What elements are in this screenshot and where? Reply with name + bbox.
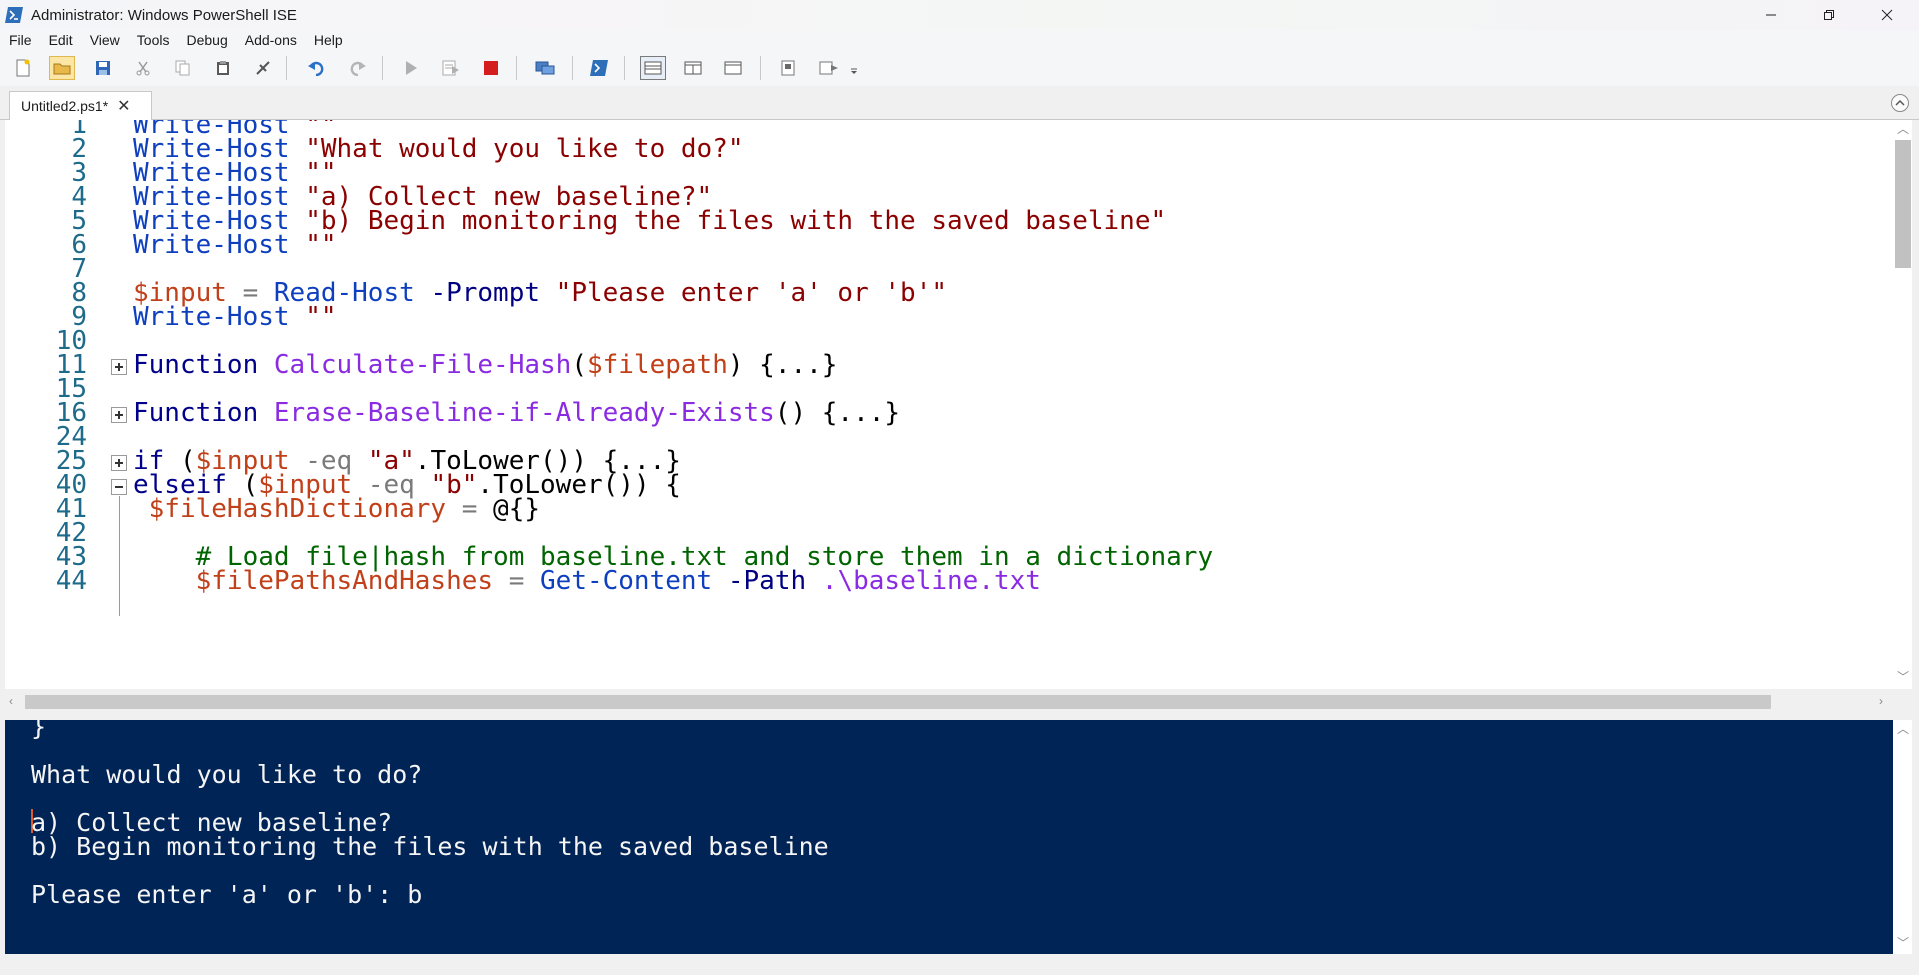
stop-icon[interactable] <box>478 56 504 80</box>
scroll-left-icon[interactable]: ‹ <box>9 694 13 708</box>
toolbar-separator <box>624 56 625 80</box>
code-token: = <box>508 566 525 596</box>
tab-untitled2[interactable]: Untitled2.ps1* ✕ <box>9 91 152 120</box>
addon-icon[interactable] <box>816 56 842 80</box>
menu-tools[interactable]: Tools <box>128 30 178 50</box>
scroll-up-icon[interactable]: ︿ <box>1897 720 1909 737</box>
expand-region-icon[interactable] <box>111 455 127 471</box>
menu-bar: File Edit View Tools Debug Add-ons Help <box>0 30 1919 50</box>
window-title: Administrator: Windows PowerShell ISE <box>31 6 297 24</box>
tab-close-icon[interactable]: ✕ <box>117 96 130 116</box>
console-line: What would you like to do? <box>31 760 423 789</box>
console-pane[interactable]: } What would you like to do? a) Collect ne… <box>5 720 1893 954</box>
cut-icon[interactable] <box>130 56 156 80</box>
toolbar-overflow-icon[interactable] <box>848 64 860 78</box>
paste-icon[interactable] <box>210 56 236 80</box>
layout-top-icon[interactable] <box>640 56 666 80</box>
copy-icon[interactable] <box>170 56 196 80</box>
run-icon[interactable] <box>398 56 424 80</box>
toolbar-separator <box>516 56 517 80</box>
code-token: .\baseline.txt <box>821 566 1041 596</box>
minimize-icon <box>1766 14 1776 16</box>
restore-button[interactable] <box>1800 0 1858 30</box>
toolbar-separator <box>760 56 761 80</box>
collapse-region-icon[interactable] <box>111 479 127 495</box>
powershell-app-icon <box>5 7 23 23</box>
console-line: } <box>31 720 47 741</box>
line-number: 44 <box>55 566 87 596</box>
layout-max-icon[interactable] <box>720 56 746 80</box>
status-bar <box>0 954 1919 975</box>
close-button[interactable] <box>1858 0 1916 30</box>
console-line: b) Begin monitoring the files with the s… <box>31 832 829 861</box>
show-commands-icon[interactable] <box>776 56 802 80</box>
minimize-button[interactable] <box>1742 0 1800 30</box>
editor-vertical-scroll-thumb[interactable] <box>1895 140 1911 268</box>
expand-region-icon[interactable] <box>111 407 127 423</box>
code-token: Get-Content <box>540 566 713 596</box>
code-token: $filePathsAndHashes <box>195 566 494 596</box>
tab-strip: Untitled2.ps1* ✕ <box>0 88 1919 120</box>
code-text: $filePathsAndHashes = Get-Content -Path … <box>133 567 1041 596</box>
layout-right-icon[interactable] <box>680 56 706 80</box>
console-vertical-scrollbar[interactable]: ︿ ﹀ <box>1893 720 1912 954</box>
run-selection-icon[interactable] <box>438 56 464 80</box>
menu-file[interactable]: File <box>0 30 40 50</box>
clear-icon[interactable] <box>250 56 276 80</box>
undo-icon[interactable] <box>304 56 330 80</box>
code-token: -Path <box>727 566 807 596</box>
title-bar: Administrator: Windows PowerShell ISE <box>0 0 1919 30</box>
scroll-down-icon[interactable]: ﹀ <box>1897 668 1909 685</box>
powershell-icon[interactable] <box>586 56 612 80</box>
script-editor[interactable]: 1 Write-Host "" 2 Write-Host "What would yo… <box>5 120 1893 689</box>
restore-icon <box>1824 10 1834 20</box>
expand-region-icon[interactable] <box>111 359 127 375</box>
tab-label: Untitled2.ps1* <box>21 98 109 114</box>
menu-addons[interactable]: Add-ons <box>236 30 305 50</box>
code-line[interactable]: 44 $filePathsAndHashes = Get-Content -Pa… <box>5 567 1885 596</box>
save-icon[interactable] <box>90 56 116 80</box>
fold-guide-line <box>119 496 120 616</box>
pane-splitter[interactable] <box>0 712 1919 720</box>
menu-debug[interactable]: Debug <box>177 30 235 50</box>
menu-view[interactable]: View <box>81 30 128 50</box>
editor-horizontal-scroll-thumb[interactable] <box>25 695 1771 709</box>
redo-icon[interactable] <box>344 56 370 80</box>
toolbar-separator <box>382 56 383 80</box>
scroll-right-icon[interactable]: › <box>1879 694 1883 708</box>
close-icon <box>1881 9 1893 21</box>
collapse-script-pane-icon[interactable] <box>1891 94 1909 112</box>
new-icon[interactable] <box>10 56 36 80</box>
scroll-up-icon[interactable]: ︿ <box>1897 120 1909 137</box>
menu-help[interactable]: Help <box>305 30 351 50</box>
open-icon[interactable] <box>49 56 75 80</box>
console-line: Please enter 'a' or 'b': b <box>31 880 423 909</box>
remote-icon[interactable] <box>532 56 558 80</box>
toolbar-separator <box>572 56 573 80</box>
menu-edit[interactable]: Edit <box>40 30 81 50</box>
toolbar <box>0 50 1919 86</box>
scroll-down-icon[interactable]: ﹀ <box>1897 934 1909 951</box>
toolbar-separator <box>286 56 287 80</box>
